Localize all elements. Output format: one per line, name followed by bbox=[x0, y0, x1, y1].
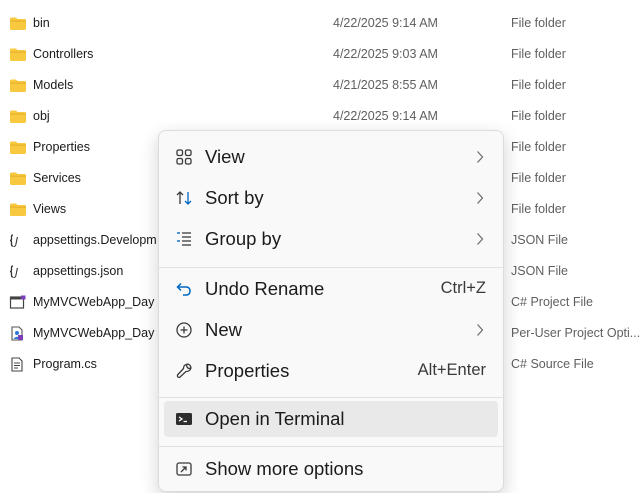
file-type: Per-User Project Opti... bbox=[511, 326, 641, 340]
file-name: Program.cs bbox=[33, 357, 97, 371]
menu-item-label: Sort by bbox=[205, 187, 264, 208]
folder-icon bbox=[10, 79, 26, 92]
chevron-right-icon bbox=[477, 151, 484, 163]
menu-item-sort-by[interactable]: Sort by bbox=[164, 180, 498, 216]
sort-icon bbox=[176, 191, 192, 205]
file-type: File folder bbox=[511, 202, 566, 216]
file-type: File folder bbox=[511, 47, 566, 61]
json-file-icon: J bbox=[9, 234, 18, 248]
file-name: MyMVCWebApp_Day bbox=[33, 326, 155, 340]
menu-item-label: Undo Rename bbox=[205, 278, 325, 299]
show-more-icon bbox=[176, 462, 192, 476]
plus-circle-icon bbox=[176, 322, 192, 338]
menu-item-new[interactable]: New bbox=[164, 312, 498, 348]
folder-icon bbox=[10, 172, 26, 185]
file-row[interactable]: obj 4/22/2025 9:14 AM File folder bbox=[0, 101, 641, 132]
file-name: Services bbox=[33, 171, 81, 185]
json-file-icon: J bbox=[9, 265, 18, 279]
menu-item-shortcut: Alt+Enter bbox=[417, 361, 486, 379]
chevron-right-icon bbox=[477, 233, 484, 245]
menu-item-properties[interactable]: Properties Alt+Enter bbox=[164, 353, 498, 389]
file-type: File folder bbox=[511, 140, 566, 154]
folder-icon bbox=[10, 203, 26, 216]
undo-icon bbox=[176, 282, 191, 296]
cs-file-icon bbox=[11, 357, 23, 372]
file-type: File folder bbox=[511, 78, 566, 92]
file-explorer-view: bin 4/22/2025 9:14 AM File folder Contro… bbox=[0, 0, 641, 493]
menu-item-show-more-options[interactable]: Show more options bbox=[164, 451, 498, 487]
file-row[interactable]: Models 4/21/2025 8:55 AM File folder bbox=[0, 70, 641, 101]
view-grid-icon bbox=[176, 149, 192, 165]
folder-icon bbox=[10, 110, 26, 123]
file-type: File folder bbox=[511, 171, 566, 185]
menu-item-label: Show more options bbox=[205, 458, 364, 479]
file-date: 4/22/2025 9:14 AM bbox=[333, 109, 438, 123]
menu-item-label: Open in Terminal bbox=[205, 408, 345, 429]
svg-text:J: J bbox=[13, 235, 18, 248]
menu-item-view[interactable]: View bbox=[164, 139, 498, 175]
menu-item-label: Properties bbox=[205, 360, 290, 381]
menu-item-label: Group by bbox=[205, 228, 282, 249]
folder-icon bbox=[10, 17, 26, 30]
file-type: File folder bbox=[511, 109, 566, 123]
wrench-icon bbox=[176, 363, 192, 379]
menu-item-group-by[interactable]: Group by bbox=[164, 221, 498, 257]
folder-icon bbox=[10, 141, 26, 154]
context-menu: View Sort by Group by Undo Rename Ctrl+Z… bbox=[158, 130, 504, 492]
file-row[interactable]: Controllers 4/22/2025 9:03 AM File folde… bbox=[0, 39, 641, 70]
file-type: File folder bbox=[511, 16, 566, 30]
group-icon bbox=[177, 232, 191, 246]
file-name: Properties bbox=[33, 140, 90, 154]
file-type: C# Project File bbox=[511, 295, 593, 309]
file-date: 4/22/2025 9:03 AM bbox=[333, 47, 438, 61]
file-name: appsettings.Developm bbox=[33, 233, 157, 247]
file-name: MyMVCWebApp_Day bbox=[33, 295, 155, 309]
file-type: JSON File bbox=[511, 264, 568, 278]
file-date: 4/21/2025 8:55 AM bbox=[333, 78, 438, 92]
file-name: Views bbox=[33, 202, 67, 216]
file-name: Controllers bbox=[33, 47, 94, 61]
menu-item-label: New bbox=[205, 319, 243, 340]
csproj-file-icon bbox=[9, 295, 26, 309]
file-row[interactable]: bin 4/22/2025 9:14 AM File folder bbox=[0, 8, 641, 39]
menu-item-label: View bbox=[205, 146, 245, 167]
file-name: bin bbox=[33, 16, 50, 30]
menu-separator bbox=[159, 267, 503, 268]
menu-separator bbox=[159, 446, 503, 447]
menu-separator bbox=[159, 397, 503, 398]
menu-item-shortcut: Ctrl+Z bbox=[440, 279, 486, 297]
file-date: 4/22/2025 9:14 AM bbox=[333, 16, 438, 30]
menu-item-undo-rename[interactable]: Undo Rename Ctrl+Z bbox=[164, 271, 498, 307]
svg-text:J: J bbox=[13, 266, 18, 279]
chevron-right-icon bbox=[477, 324, 484, 336]
file-name: Models bbox=[33, 78, 74, 92]
chevron-right-icon bbox=[477, 192, 484, 204]
file-name: appsettings.json bbox=[33, 264, 124, 278]
file-name: obj bbox=[33, 109, 50, 123]
file-type: JSON File bbox=[511, 233, 568, 247]
user-project-file-icon bbox=[11, 326, 23, 341]
menu-item-open-in-terminal[interactable]: Open in Terminal bbox=[164, 401, 498, 437]
terminal-icon bbox=[176, 413, 192, 425]
file-type: C# Source File bbox=[511, 357, 594, 371]
folder-icon bbox=[10, 48, 26, 61]
